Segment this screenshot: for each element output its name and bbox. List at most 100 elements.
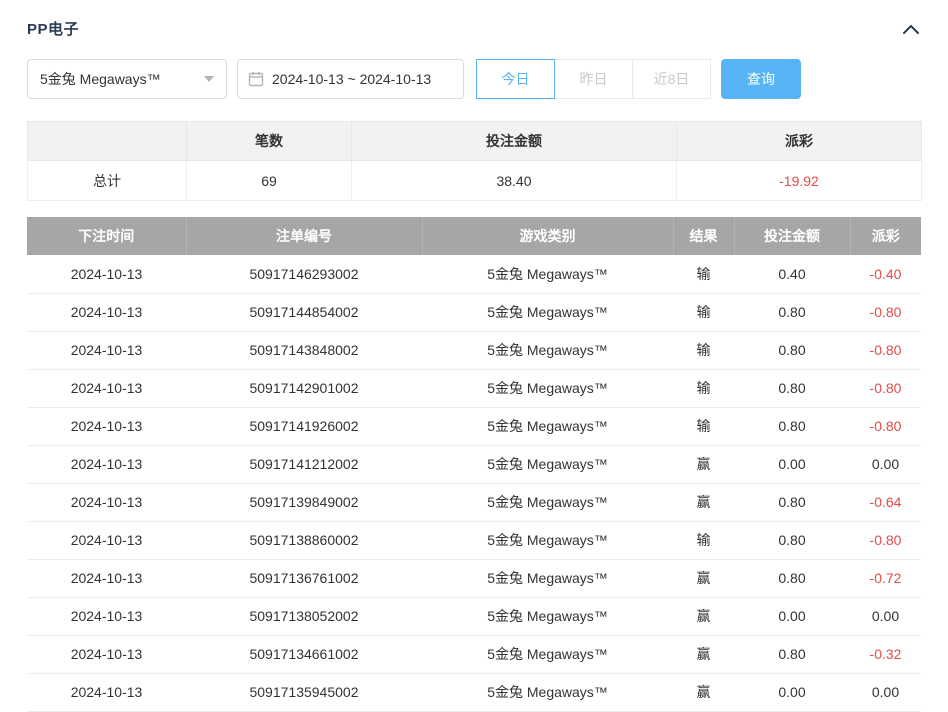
- bet-time-cell: 2024-10-13: [27, 673, 186, 711]
- summary-header-payout: 派彩: [677, 122, 922, 161]
- bet-amount-cell: 0.80: [734, 293, 850, 331]
- result-cell: 输: [673, 331, 734, 369]
- bet-time-cell: 2024-10-13: [27, 445, 186, 483]
- detail-header-bet-time: 下注时间: [27, 217, 186, 255]
- summary-header-row: 笔数 投注金额 派彩: [28, 122, 922, 161]
- bet-time-cell: 2024-10-13: [27, 407, 186, 445]
- bet-detail-table: 下注时间 注单编号 游戏类别 结果 投注金额 派彩 2024-10-135091…: [27, 217, 921, 712]
- bet-time-cell: 2024-10-13: [27, 293, 186, 331]
- payout-cell: -0.40: [850, 255, 921, 293]
- result-cell: 赢: [673, 445, 734, 483]
- table-row: 2024-10-13509171462930025金兔 Megaways™输0.…: [27, 255, 921, 293]
- report-panel: PP电子 5金兔 Megaways™ 2024-10-13 ~ 2024-10-…: [0, 0, 948, 712]
- bet-time-cell: 2024-10-13: [27, 483, 186, 521]
- order-number-cell: 50917141212002: [186, 445, 422, 483]
- result-cell: 赢: [673, 559, 734, 597]
- table-row: 2024-10-13509171367610025金兔 Megaways™赢0.…: [27, 559, 921, 597]
- summary-total-row: 总计 69 38.40 -19.92: [28, 161, 922, 201]
- bet-amount-cell: 0.80: [734, 521, 850, 559]
- summary-total-payout: -19.92: [677, 161, 922, 201]
- order-number-cell: 50917146293002: [186, 255, 422, 293]
- detail-header-order-number: 注单编号: [186, 217, 422, 255]
- summary-header-bet-amount: 投注金额: [352, 122, 677, 161]
- table-row: 2024-10-13509171448540025金兔 Megaways™输0.…: [27, 293, 921, 331]
- filter-bar: 5金兔 Megaways™ 2024-10-13 ~ 2024-10-13 今日…: [27, 59, 921, 99]
- bet-amount-cell: 0.80: [734, 635, 850, 673]
- bet-time-cell: 2024-10-13: [27, 597, 186, 635]
- table-row: 2024-10-13509171388600025金兔 Megaways™输0.…: [27, 521, 921, 559]
- game-category-cell: 5金兔 Megaways™: [422, 445, 673, 483]
- payout-cell: 0.00: [850, 597, 921, 635]
- detail-header-bet-amount: 投注金额: [734, 217, 850, 255]
- payout-cell: -0.32: [850, 635, 921, 673]
- payout-cell: -0.80: [850, 293, 921, 331]
- game-category-cell: 5金兔 Megaways™: [422, 255, 673, 293]
- payout-cell: -0.80: [850, 331, 921, 369]
- order-number-cell: 50917141926002: [186, 407, 422, 445]
- payout-cell: -0.80: [850, 521, 921, 559]
- bet-amount-cell: 0.80: [734, 369, 850, 407]
- bet-amount-cell: 0.00: [734, 445, 850, 483]
- chevron-up-icon: [903, 24, 919, 34]
- result-cell: 输: [673, 255, 734, 293]
- today-button[interactable]: 今日: [476, 59, 555, 99]
- collapse-button[interactable]: [901, 22, 921, 36]
- table-row: 2024-10-13509171412120025金兔 Megaways™赢0.…: [27, 445, 921, 483]
- detail-header-game-category: 游戏类别: [422, 217, 673, 255]
- search-button[interactable]: 查询: [721, 59, 801, 99]
- payout-cell: 0.00: [850, 673, 921, 711]
- game-select[interactable]: 5金兔 Megaways™: [27, 59, 227, 99]
- table-row: 2024-10-13509171359450025金兔 Megaways™赢 0.…: [27, 673, 921, 711]
- order-number-cell: 50917138052002: [186, 597, 422, 635]
- result-cell: 输: [673, 369, 734, 407]
- summary-table: 笔数 投注金额 派彩 总计 69 38.40 -19.92: [27, 121, 922, 201]
- panel-header: PP电子: [27, 18, 921, 39]
- result-cell: 赢: [673, 597, 734, 635]
- result-cell: 输: [673, 407, 734, 445]
- bet-amount-cell: 0.80: [734, 483, 850, 521]
- bet-amount-cell: 0.40: [734, 255, 850, 293]
- order-number-cell: 50917139849002: [186, 483, 422, 521]
- last-8-days-button[interactable]: 近8日: [632, 59, 711, 99]
- bet-time-cell: 2024-10-13: [27, 635, 186, 673]
- page-title: PP电子: [27, 18, 79, 39]
- yesterday-button[interactable]: 昨日: [554, 59, 633, 99]
- game-select-value: 5金兔 Megaways™: [40, 69, 161, 89]
- game-category-cell: 5金兔 Megaways™: [422, 673, 673, 711]
- table-row: 2024-10-13509171398490025金兔 Megaways™赢0.…: [27, 483, 921, 521]
- summary-total-bet-amount: 38.40: [352, 161, 677, 201]
- detail-header-result: 结果: [673, 217, 734, 255]
- bet-amount-cell: 0.80: [734, 331, 850, 369]
- bet-time-cell: 2024-10-13: [27, 369, 186, 407]
- table-row: 2024-10-13509171429010025金兔 Megaways™输0.…: [27, 369, 921, 407]
- table-row: 2024-10-13509171419260025金兔 Megaways™输0.…: [27, 407, 921, 445]
- calendar-icon: [248, 71, 264, 87]
- summary-total-count: 69: [187, 161, 352, 201]
- bet-amount-cell: 0.80: [734, 407, 850, 445]
- game-category-cell: 5金兔 Megaways™: [422, 559, 673, 597]
- result-cell: 赢: [673, 673, 734, 711]
- game-category-cell: 5金兔 Megaways™: [422, 293, 673, 331]
- result-cell: 赢: [673, 635, 734, 673]
- summary-total-label: 总计: [28, 161, 187, 201]
- detail-header-payout: 派彩: [850, 217, 921, 255]
- result-cell: 输: [673, 293, 734, 331]
- date-range-input[interactable]: 2024-10-13 ~ 2024-10-13: [237, 59, 464, 99]
- table-row: 2024-10-13509171438480025金兔 Megaways™输0.…: [27, 331, 921, 369]
- bet-time-cell: 2024-10-13: [27, 331, 186, 369]
- result-cell: 输: [673, 521, 734, 559]
- order-number-cell: 50917138860002: [186, 521, 422, 559]
- date-range-value: 2024-10-13 ~ 2024-10-13: [272, 71, 431, 87]
- summary-header-count: 笔数: [187, 122, 352, 161]
- bet-amount-cell: 0.80: [734, 559, 850, 597]
- bet-time-cell: 2024-10-13: [27, 255, 186, 293]
- summary-header-blank: [28, 122, 187, 161]
- bet-time-cell: 2024-10-13: [27, 521, 186, 559]
- payout-cell: -0.64: [850, 483, 921, 521]
- order-number-cell: 50917134661002: [186, 635, 422, 673]
- payout-cell: 0.00: [850, 445, 921, 483]
- payout-cell: -0.72: [850, 559, 921, 597]
- payout-cell: -0.80: [850, 407, 921, 445]
- game-category-cell: 5金兔 Megaways™: [422, 483, 673, 521]
- order-number-cell: 50917135945002: [186, 673, 422, 711]
